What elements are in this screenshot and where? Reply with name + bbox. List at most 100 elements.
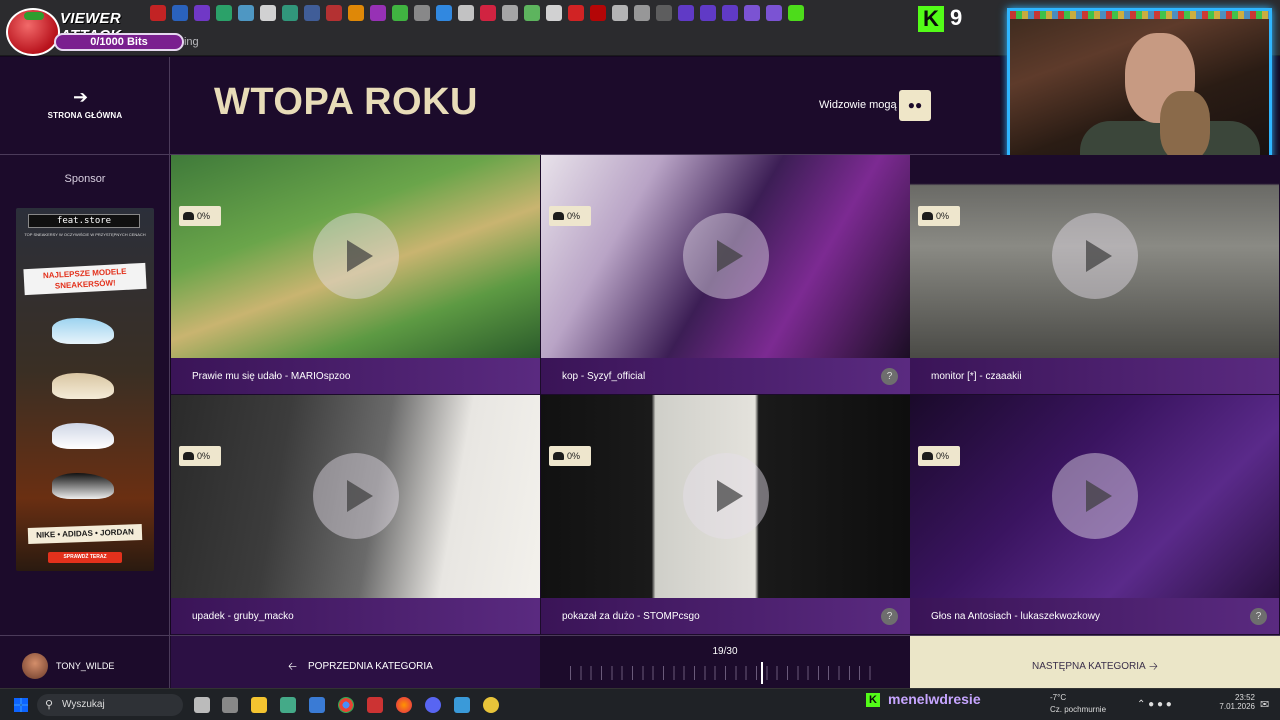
bookmark-icon[interactable] (524, 5, 540, 21)
bookmark-icon[interactable] (414, 5, 430, 21)
bookmark-icon[interactable] (634, 5, 650, 21)
clip-card[interactable]: 0% upadek - gruby_macko (171, 395, 540, 634)
users-icon (553, 452, 564, 460)
firefox-icon[interactable] (396, 697, 412, 713)
play-icon[interactable] (683, 213, 769, 299)
bookmark-icon[interactable] (590, 5, 606, 21)
bookmark-icon[interactable] (238, 5, 254, 21)
clip-card[interactable]: 0% pokazał za dużo - STOMPcsgo? (541, 395, 910, 634)
bookmark-icon[interactable] (788, 5, 804, 21)
sneaker-image (52, 473, 114, 499)
clip-card[interactable]: 0% Prawie mu się udało - MARIOspzoo (171, 155, 540, 394)
clip-title: Głos na Antosiach - lukaszekwozkowy (931, 611, 1100, 622)
play-icon[interactable] (313, 453, 399, 539)
bookmark-icon[interactable] (612, 5, 628, 21)
vote-percent-badge: 0% (549, 206, 591, 226)
viewers-vote-button[interactable]: ●● (899, 90, 931, 121)
bookmark-icon[interactable] (436, 5, 452, 21)
next-category-button[interactable]: NASTĘPNA KATEGORIA 🡢 (910, 636, 1280, 689)
clip-card[interactable]: 0% monitor [*] - czaaakii (910, 155, 1279, 394)
previous-category-button[interactable]: 🡠 POPRZEDNIA KATEGORIA (171, 636, 540, 689)
previous-category-label: POPRZEDNIA KATEGORIA (308, 661, 433, 672)
search-placeholder: Wyszukaj (62, 699, 105, 710)
windows-taskbar: ⚲ Wyszukaj K menelwdresie -7°C Cz. pochm… (0, 688, 1280, 720)
bookmark-icon[interactable] (348, 5, 364, 21)
file-explorer-icon[interactable] (251, 697, 267, 713)
clip-caption: Prawie mu się udało - MARIOspzoo (171, 358, 540, 394)
bookmark-icon[interactable] (480, 5, 496, 21)
bookmark-icon[interactable] (568, 5, 584, 21)
clip-caption: monitor [*] - czaaakii (910, 358, 1279, 394)
system-tray[interactable]: ⌃ ● ● ● (1137, 699, 1172, 710)
christmas-lights (1010, 11, 1269, 19)
sponsor-ad[interactable]: feat.store TOP SNEAKERSY W OCZYWIŚCIE W … (16, 208, 154, 571)
user-profile[interactable]: TONY_WILDE (0, 636, 170, 689)
taskbar-clock[interactable]: 23:52 7.01.2026 (1205, 693, 1255, 711)
task-view-icon[interactable] (194, 697, 210, 713)
bookmark-icon[interactable] (458, 5, 474, 21)
sneaker-image (52, 318, 114, 344)
users-icon (922, 212, 933, 220)
bookmark-icon[interactable] (392, 5, 408, 21)
chrome-icon[interactable] (338, 697, 354, 713)
bookmark-icon[interactable] (260, 5, 276, 21)
clip-title: pokazał za dużo - STOMPcsgo (562, 611, 700, 622)
app-icon[interactable] (222, 697, 238, 713)
mail-icon[interactable] (309, 697, 325, 713)
clip-card[interactable]: 0% Głos na Antosiach - lukaszekwozkowy? (910, 395, 1279, 634)
bookmark-icon[interactable] (502, 5, 518, 21)
bookmark-icon[interactable] (678, 5, 694, 21)
discord-icon[interactable] (425, 697, 441, 713)
play-icon[interactable] (683, 453, 769, 539)
bookmark-icon[interactable] (326, 5, 342, 21)
users-icon (922, 452, 933, 460)
app-icon[interactable] (367, 697, 383, 713)
ad-tagline: TOP SNEAKERSY W OCZYWIŚCIE W PRZYSTĘPNYC… (24, 232, 146, 237)
sponsor-label: Sponsor (64, 173, 106, 185)
store-icon[interactable] (280, 697, 296, 713)
app-icon[interactable] (483, 697, 499, 713)
kick-username: menelwdresie (888, 691, 981, 707)
bookmark-icon[interactable] (370, 5, 386, 21)
streamer-beard (1160, 91, 1210, 161)
bookmark-icon[interactable] (282, 5, 298, 21)
play-icon[interactable] (1052, 213, 1138, 299)
app-header: ➔ STRONA GŁÓWNA WTOPA ROKU Widzowie mogą… (0, 57, 1000, 155)
bookmark-icon[interactable] (744, 5, 760, 21)
weather-desc: Cz. pochmurnie (1050, 705, 1107, 714)
category-progress: 19/30 (540, 636, 910, 689)
clip-title: Prawie mu się udało - MARIOspzoo (192, 371, 351, 382)
next-category-label: NASTĘPNA KATEGORIA (1032, 661, 1146, 672)
photos-icon[interactable] (454, 697, 470, 713)
bookmark-icon[interactable] (700, 5, 716, 21)
clip-caption: pokazał za dużo - STOMPcsgo? (541, 598, 910, 634)
viewer-attack-progress: 0/1000 Bits (54, 33, 184, 51)
help-icon[interactable]: ? (881, 608, 898, 625)
avatar (22, 653, 48, 679)
vote-percent-badge: 0% (179, 206, 221, 226)
ad-cta-button[interactable]: SPRAWDŹ TERAZ (48, 552, 122, 563)
bookmarks-bar (150, 5, 804, 23)
sneaker-image (52, 373, 114, 399)
clip-card[interactable]: 0% kop - Syzyf_official? (541, 155, 910, 394)
bookmark-icon[interactable] (656, 5, 672, 21)
bookmark-icon[interactable] (194, 5, 210, 21)
help-icon[interactable]: ? (1250, 608, 1267, 625)
play-icon[interactable] (313, 213, 399, 299)
bookmark-icon[interactable] (304, 5, 320, 21)
taskbar-search[interactable]: ⚲ Wyszukaj (37, 694, 183, 716)
sneaker-image (52, 423, 114, 449)
progress-counter: 19/30 (712, 646, 738, 657)
play-icon[interactable] (1052, 453, 1138, 539)
viewer-attack-widget: VIEWER ATTACK 0/1000 Bits (6, 6, 184, 56)
bookmark-icon[interactable] (722, 5, 738, 21)
bookmark-icon[interactable] (546, 5, 562, 21)
home-button[interactable]: ➔ STRONA GŁÓWNA (0, 57, 170, 155)
bookmark-icon[interactable] (766, 5, 782, 21)
windows-start-icon[interactable] (14, 698, 28, 712)
bookmark-icon[interactable] (216, 5, 232, 21)
help-icon[interactable]: ? (881, 368, 898, 385)
search-icon: ⚲ (45, 699, 54, 711)
clip-title: upadek - gruby_macko (192, 611, 294, 622)
notification-icon[interactable]: ✉ (1260, 698, 1269, 711)
